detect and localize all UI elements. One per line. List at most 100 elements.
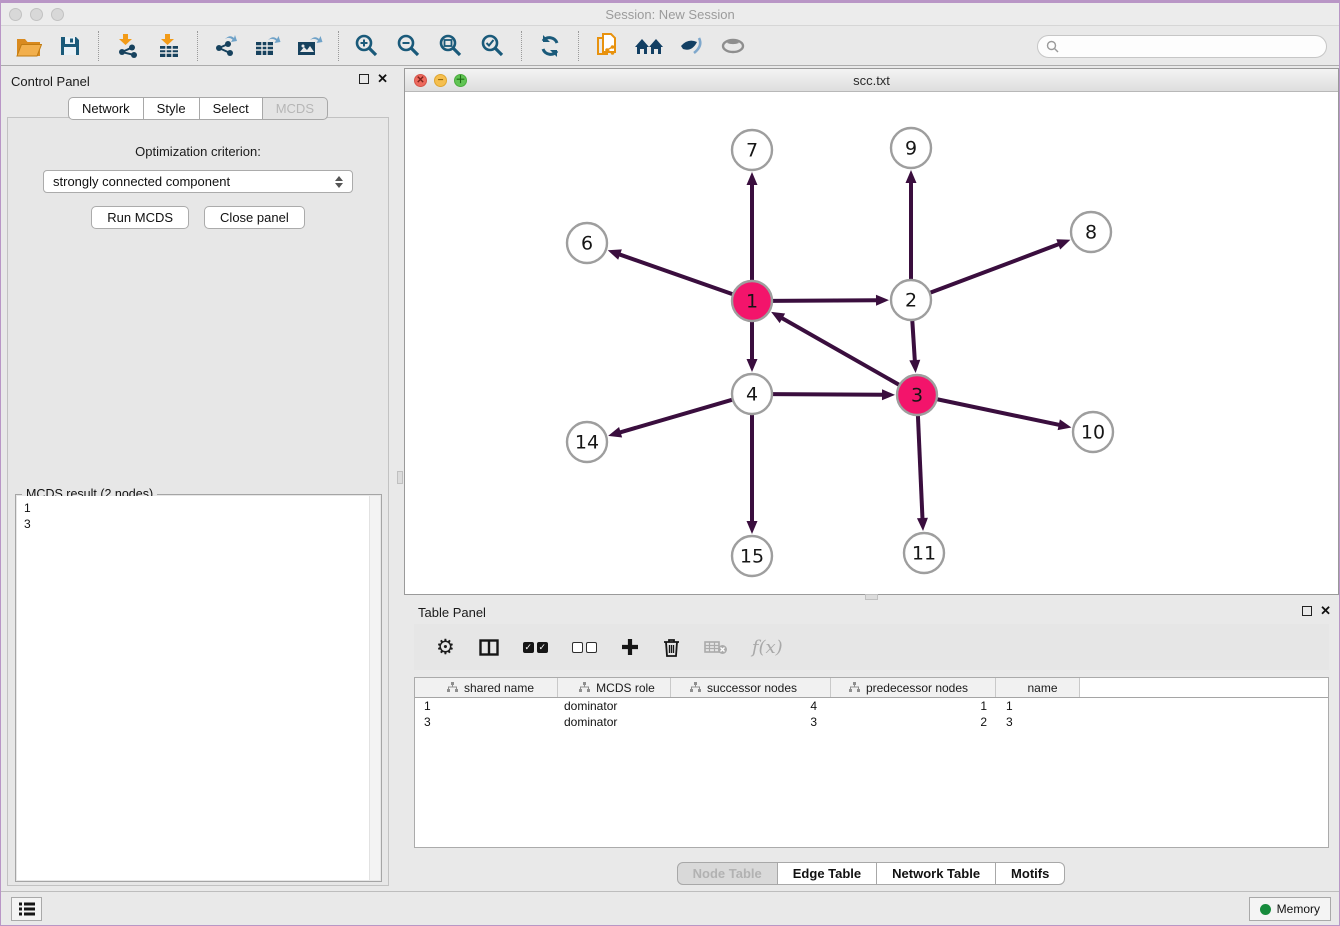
network-window-titlebar[interactable]: ✕ − ＋ scc.txt xyxy=(405,69,1338,92)
column-header-predecessor-nodes[interactable]: predecessor nodes xyxy=(831,678,996,697)
column-header-shared-name[interactable]: shared name xyxy=(415,678,558,697)
network-graph[interactable]: 1234678910111415 xyxy=(405,92,1338,594)
import-network-button[interactable] xyxy=(106,30,148,62)
tab-mcds[interactable]: MCDS xyxy=(262,97,328,120)
graph-edge-4-14[interactable] xyxy=(619,400,733,433)
table-cell[interactable]: 2 xyxy=(831,715,996,729)
result-scrollbar[interactable] xyxy=(369,496,380,880)
close-network-button[interactable]: ✕ xyxy=(414,74,427,87)
graph-edge-1-2[interactable] xyxy=(772,300,878,301)
graph-node-label: 6 xyxy=(581,233,593,255)
save-session-button[interactable] xyxy=(49,30,91,62)
duplicate-network-button[interactable] xyxy=(586,30,628,62)
criterion-dropdown[interactable]: strongly connected component xyxy=(43,170,353,193)
graph-arrowhead xyxy=(747,172,758,185)
column-header-successor-nodes[interactable]: successor nodes xyxy=(671,678,831,697)
zoom-in-icon xyxy=(354,33,380,59)
table-row[interactable]: 3dominator323 xyxy=(415,714,1328,730)
task-history-button[interactable] xyxy=(11,897,42,921)
graph-node-label: 11 xyxy=(912,543,936,565)
export-network-button[interactable] xyxy=(205,30,247,62)
unselect-all-columns-button[interactable] xyxy=(572,642,597,653)
graph-edge-3-10[interactable] xyxy=(937,399,1061,425)
table-cell[interactable]: 1 xyxy=(996,699,1080,713)
table-cell[interactable]: 1 xyxy=(415,699,558,713)
float-table-panel-icon[interactable] xyxy=(1302,606,1312,616)
tab-network[interactable]: Network xyxy=(68,97,144,120)
export-table-button[interactable] xyxy=(247,30,289,62)
tab-motifs[interactable]: Motifs xyxy=(995,862,1065,885)
tab-network-table[interactable]: Network Table xyxy=(876,862,996,885)
table-panel-title: Table Panel xyxy=(418,605,486,620)
tab-edge-table[interactable]: Edge Table xyxy=(777,862,877,885)
graph-edge-2-3[interactable] xyxy=(912,320,915,362)
delete-column-button[interactable] xyxy=(663,638,680,657)
tab-node-table[interactable]: Node Table xyxy=(677,862,778,885)
first-neighbors-button[interactable] xyxy=(628,30,670,62)
refresh-button[interactable] xyxy=(529,30,571,62)
table-options-button[interactable]: ⚙ xyxy=(436,637,455,658)
column-view-button[interactable] xyxy=(479,639,499,656)
select-all-columns-button[interactable]: ✓ ✓ xyxy=(523,642,548,653)
graph-arrowhead xyxy=(608,249,622,259)
graph-node-label: 10 xyxy=(1081,422,1105,444)
titlebar: Session: New Session xyxy=(1,3,1339,26)
close-panel-button[interactable]: Close panel xyxy=(204,206,305,229)
maximize-network-button[interactable]: ＋ xyxy=(454,74,467,87)
graph-arrowhead xyxy=(909,360,920,373)
graph-edge-4-3[interactable] xyxy=(772,394,884,395)
table-row[interactable]: 1dominator411 xyxy=(415,698,1328,714)
table-cell[interactable]: 3 xyxy=(671,715,831,729)
tab-style[interactable]: Style xyxy=(143,97,200,120)
import-table-button[interactable] xyxy=(148,30,190,62)
graph-node-label: 15 xyxy=(740,546,764,568)
graph-edge-2-8[interactable] xyxy=(930,244,1060,293)
zoom-fit-button[interactable] xyxy=(430,30,472,62)
graph-node-label: 4 xyxy=(746,384,758,406)
open-session-button[interactable] xyxy=(7,30,49,62)
graph-edge-3-1[interactable] xyxy=(781,317,900,385)
zoom-selected-button[interactable] xyxy=(472,30,514,62)
show-all-button[interactable] xyxy=(712,30,754,62)
graph-edge-3-11[interactable] xyxy=(918,415,923,520)
column-header-name[interactable]: name xyxy=(996,678,1080,697)
toolbar-separator xyxy=(578,31,579,61)
table-cell[interactable]: dominator xyxy=(558,699,671,713)
tree-icon xyxy=(447,682,458,693)
eye-icon xyxy=(719,35,747,57)
zoom-out-button[interactable] xyxy=(388,30,430,62)
search-field[interactable] xyxy=(1037,35,1327,58)
import-table-icon xyxy=(156,33,182,59)
tree-icon xyxy=(849,682,860,693)
search-input[interactable] xyxy=(1064,39,1318,53)
tab-select[interactable]: Select xyxy=(199,97,263,120)
run-mcds-button[interactable]: Run MCDS xyxy=(91,206,189,229)
network-window: ✕ − ＋ scc.txt 1234678910111415 xyxy=(404,68,1339,595)
control-panel-title: Control Panel xyxy=(11,74,90,89)
table-cell[interactable]: 3 xyxy=(996,715,1080,729)
export-network-icon xyxy=(213,33,239,59)
table-cell[interactable]: 4 xyxy=(671,699,831,713)
export-image-button[interactable] xyxy=(289,30,331,62)
minimize-network-button[interactable]: − xyxy=(434,74,447,87)
float-panel-icon[interactable] xyxy=(359,74,369,84)
hide-selected-button[interactable] xyxy=(670,30,712,62)
zoom-in-button[interactable] xyxy=(346,30,388,62)
column-header-mcds-role[interactable]: MCDS role xyxy=(558,678,671,697)
memory-button[interactable]: Memory xyxy=(1249,897,1331,921)
window-title: Session: New Session xyxy=(1,7,1339,22)
vertical-splitter-handle[interactable] xyxy=(397,471,403,484)
close-panel-icon[interactable]: ✕ xyxy=(377,74,388,84)
network-window-title: scc.txt xyxy=(405,73,1338,88)
mcds-result-text[interactable]: 1 3 xyxy=(17,496,380,536)
graph-edge-1-6[interactable] xyxy=(618,254,733,294)
add-column-button[interactable] xyxy=(621,638,639,656)
table-cell[interactable]: 1 xyxy=(831,699,996,713)
toolbar-separator xyxy=(338,31,339,61)
network-canvas[interactable]: 1234678910111415 xyxy=(405,92,1338,594)
graph-arrowhead xyxy=(747,359,758,372)
table-cell[interactable]: dominator xyxy=(558,715,671,729)
app-window: Session: New Session xyxy=(0,0,1340,926)
table-cell[interactable]: 3 xyxy=(415,715,558,729)
close-table-panel-icon[interactable]: ✕ xyxy=(1320,606,1331,616)
